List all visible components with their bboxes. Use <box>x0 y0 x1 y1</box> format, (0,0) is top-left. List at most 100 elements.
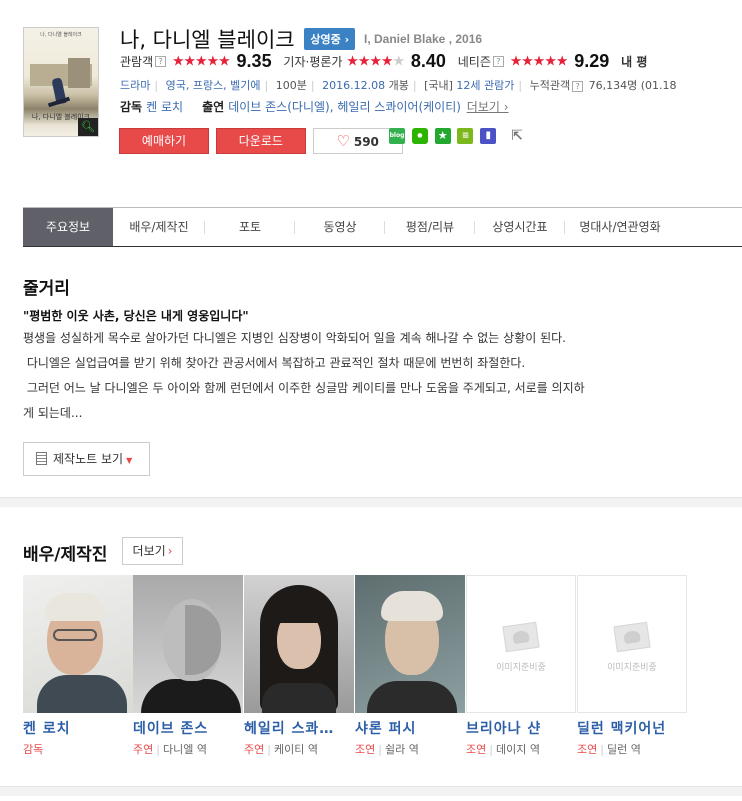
divider: | <box>154 79 159 92</box>
person-name[interactable]: 샤론 퍼시 <box>355 718 465 738</box>
role-type: 주연 <box>133 743 154 756</box>
cast-link-2[interactable]: 헤일리 스콰이어(케이티) <box>337 100 461 114</box>
synopsis-body: "평범한 이웃 사촌, 당신은 내게 영웅입니다" 평생을 성실하게 목수로 살… <box>23 306 723 426</box>
reserve-button[interactable]: 예매하기 <box>119 128 209 154</box>
critic-score: 8.40 <box>410 51 446 71</box>
cast-card[interactable]: 켄 로치 감독 <box>23 575 133 757</box>
zoom-icon[interactable]: 🔍︎ <box>78 118 98 136</box>
tab-reviews[interactable]: 평점/리뷰 <box>385 208 475 246</box>
cafe-share-icon[interactable]: ● <box>411 128 428 144</box>
role-type: 조연 <box>577 743 598 756</box>
role-type: 조연 <box>466 743 487 756</box>
divider: | <box>310 79 315 92</box>
release-suffix: 개봉 <box>388 79 409 92</box>
poster-building-2 <box>68 58 90 88</box>
cast-link-1[interactable]: 데이브 존스(다니엘), <box>228 100 333 114</box>
critic-rating: 기자·평론가 ★★★★★ 8.40 <box>283 51 445 72</box>
tab-cast-crew[interactable]: 배우/제작진 <box>113 208 205 246</box>
netizen-score: 9.29 <box>574 51 610 71</box>
director-link[interactable]: 켄 로치 <box>146 100 183 114</box>
bookmark-share-icon[interactable]: ≡ <box>457 128 474 144</box>
help-icon[interactable]: ? <box>492 56 504 67</box>
person-photo[interactable] <box>244 575 354 713</box>
cast-card[interactable]: 이미지준비중 딜런 맥키어넌 조연 | 딜런 역 <box>577 575 687 757</box>
section-divider <box>0 786 742 796</box>
audience-rating: 관람객? ★★★★★ 9.35 <box>120 51 272 72</box>
blog-share-icon[interactable]: blog <box>389 128 405 144</box>
my-rating[interactable]: 내 평 <box>621 53 647 70</box>
person-role: 조연 | 쉴라 역 <box>355 743 419 756</box>
netizen-stars: ★★★★★ <box>509 53 569 70</box>
my-rating-label[interactable]: 내 평 <box>621 55 647 69</box>
crew-more-link[interactable]: 더보기 › <box>467 100 509 114</box>
cast-heading: 배우/제작진 <box>23 545 108 565</box>
person-name[interactable]: 데이브 존스 <box>133 718 243 738</box>
audience-score: 9.35 <box>236 51 272 71</box>
cast-card[interactable]: 헤일리 스콰… 주연 | 케이티 역 <box>244 575 354 757</box>
role-character: 딜런 역 <box>606 743 641 756</box>
person-role: 주연 | 다니엘 역 <box>133 743 207 756</box>
section-divider <box>0 497 742 507</box>
production-note-button[interactable]: 제작노트 보기 ▼ <box>23 442 150 476</box>
divider: | <box>518 79 523 92</box>
role-character: 데이지 역 <box>495 743 540 756</box>
person-photo[interactable] <box>133 575 243 713</box>
cast-card[interactable]: 샤론 퍼시 조연 | 쉴라 역 <box>355 575 465 757</box>
person-name[interactable]: 헤일리 스콰… <box>244 718 354 738</box>
person-role: 조연 | 딜런 역 <box>577 743 641 756</box>
pin-share-icon[interactable]: ▮ <box>480 128 497 144</box>
role-type: 주연 <box>244 743 265 756</box>
person-name[interactable]: 브리아나 샨 <box>466 718 576 738</box>
genre-link[interactable]: 드라마 <box>120 79 150 92</box>
divider: | <box>264 79 269 92</box>
netizen-label: 네티즌 <box>457 55 491 69</box>
movie-info-row: 드라마 | 영국, 프랑스, 벨기에 | 100분 | 2016.12.08 개봉 | … <box>120 77 676 93</box>
person-photo[interactable] <box>23 575 133 713</box>
cast-more-button[interactable]: 더보기 › <box>122 537 183 565</box>
role-type: 감독 <box>23 743 44 756</box>
document-icon <box>36 452 47 465</box>
person-name[interactable]: 딜런 맥키어넌 <box>577 718 687 738</box>
tab-photo[interactable]: 포토 <box>205 208 295 246</box>
tab-video[interactable]: 동영상 <box>295 208 385 246</box>
director-label: 감독 <box>120 100 143 114</box>
star-share-icon[interactable]: ★ <box>434 128 451 144</box>
person-role: 주연 | 케이티 역 <box>244 743 318 756</box>
status-badge[interactable]: 상영중 › <box>304 28 356 50</box>
english-title: I, Daniel Blake , 2016 <box>363 32 483 46</box>
chevron-right-icon: › <box>167 544 173 558</box>
cast-card[interactable]: 이미지준비중 브리아나 샨 조연 | 데이지 역 <box>466 575 576 757</box>
tab-showtimes[interactable]: 상영시간표 <box>475 208 565 246</box>
synopsis-line-2: 다니엘은 실업급여를 받기 위해 찾아간 관공서에서 복잡하고 관료적인 절차 … <box>23 356 526 370</box>
share-icon[interactable]: ⇱ <box>509 128 525 144</box>
placeholder-text: 이미지준비중 <box>607 663 657 673</box>
release-date-link[interactable]: 2016.12.08 <box>322 79 385 92</box>
audience-stars: ★★★★★ <box>171 53 231 70</box>
person-name[interactable]: 켄 로치 <box>23 718 133 738</box>
person-photo[interactable] <box>355 575 465 713</box>
help-icon[interactable]: ? <box>155 56 167 67</box>
movie-poster[interactable]: 나, 다니엘 블레이크 나, 다니엘 블레이크 🔍︎ <box>23 27 99 137</box>
cast-card[interactable]: 데이브 존스 주연 | 다니엘 역 <box>133 575 243 757</box>
placeholder-text: 이미지준비중 <box>496 663 546 673</box>
grade-link[interactable]: 12세 관람가 <box>456 79 514 92</box>
person-photo-placeholder[interactable]: 이미지준비중 <box>577 575 687 713</box>
country-link[interactable]: 영국, 프랑스, 벨기에 <box>166 79 261 92</box>
audience-label: 관람객 <box>120 55 154 69</box>
like-count: 590 <box>353 135 379 149</box>
title-row: 나, 다니엘 블레이크 상영중 › I, Daniel Blake , 2016 <box>120 24 483 52</box>
image-placeholder-icon <box>502 621 540 653</box>
tab-quotes-related[interactable]: 명대사/연관영화 <box>565 208 675 246</box>
action-buttons: 예매하기 다운로드 ♡ 590 <box>119 128 403 154</box>
critic-stars: ★★★★★ <box>346 53 405 70</box>
role-character: 쉴라 역 <box>384 743 419 756</box>
tab-main-info[interactable]: 주요정보 <box>23 208 113 246</box>
download-button[interactable]: 다운로드 <box>215 128 306 154</box>
grade-prefix: [국내] <box>424 79 453 92</box>
help-icon[interactable]: ? <box>572 80 584 92</box>
role-type: 조연 <box>355 743 376 756</box>
person-role: 조연 | 데이지 역 <box>466 743 540 756</box>
cast-label: 출연 <box>202 100 225 114</box>
person-photo-placeholder[interactable]: 이미지준비중 <box>466 575 576 713</box>
person-role: 감독 <box>23 741 133 757</box>
